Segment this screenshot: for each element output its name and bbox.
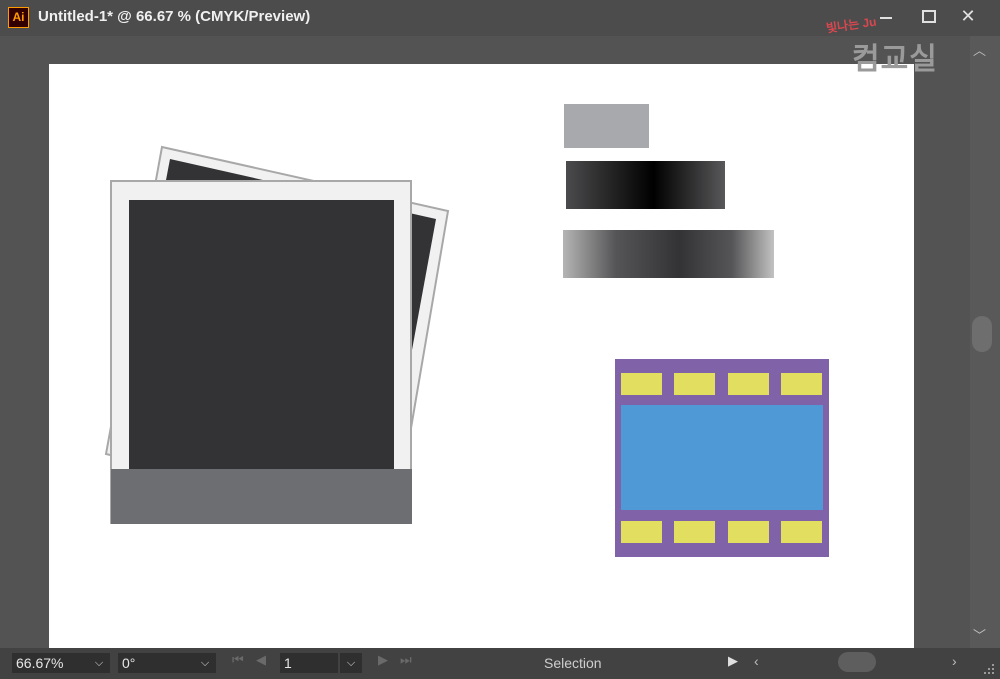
artwork-canvas: [104, 104, 829, 557]
scroll-up-icon[interactable]: ︿: [973, 40, 986, 59]
vertical-scroll-thumb[interactable]: [972, 316, 992, 352]
zoom-field[interactable]: 66.67%: [12, 653, 88, 673]
resize-grip-icon[interactable]: [980, 660, 996, 676]
gray-swatch[interactable]: [564, 104, 649, 148]
horizontal-scroll-thumb[interactable]: [838, 652, 876, 672]
silver-gradient-bar[interactable]: [563, 230, 774, 278]
previous-artboard-icon[interactable]: ◀: [256, 652, 266, 668]
illustrator-app-icon: Ai: [8, 7, 29, 28]
watermark-logo: 컴교실: [852, 43, 938, 76]
scroll-left-icon[interactable]: ‹: [754, 653, 759, 669]
polaroid-photo: [129, 200, 394, 470]
film-hole: [781, 373, 822, 395]
rotation-field[interactable]: 0°: [118, 653, 194, 673]
artboard-dropdown-icon[interactable]: ⌵: [340, 653, 362, 673]
film-hole: [621, 373, 662, 395]
film-hole: [728, 373, 769, 395]
film-hole: [728, 521, 769, 543]
film-strip[interactable]: [615, 359, 829, 557]
dark-gradient-bar[interactable]: [566, 161, 725, 209]
scroll-right-icon[interactable]: ›: [952, 653, 957, 669]
film-hole: [621, 521, 662, 543]
close-icon: ✕: [960, 6, 976, 26]
film-hole: [674, 373, 715, 395]
zoom-dropdown-icon[interactable]: ⌵: [88, 653, 110, 673]
film-hole: [781, 521, 822, 543]
first-artboard-icon[interactable]: ⏮: [232, 652, 244, 668]
film-hole: [674, 521, 715, 543]
maximize-icon: [922, 10, 936, 23]
document-title: Untitled-1* @ 66.67 % (CMYK/Preview): [38, 8, 311, 25]
status-menu-play-icon[interactable]: ▶: [728, 653, 738, 669]
current-tool-label: Selection: [544, 655, 602, 671]
next-artboard-icon[interactable]: ▶: [378, 652, 388, 668]
front-polaroid[interactable]: [110, 180, 412, 524]
scroll-down-icon[interactable]: ﹀: [973, 625, 986, 644]
polaroid-bottom: [111, 469, 412, 524]
maximize-button[interactable]: [908, 0, 948, 32]
artboard[interactable]: [49, 64, 914, 648]
minimize-icon: [880, 17, 892, 19]
last-artboard-icon[interactable]: ⏭: [400, 652, 412, 668]
close-button[interactable]: ✕: [948, 0, 988, 32]
film-frame: [621, 405, 823, 510]
rotation-dropdown-icon[interactable]: ⌵: [194, 653, 216, 673]
artboard-number-field[interactable]: 1: [280, 653, 338, 673]
